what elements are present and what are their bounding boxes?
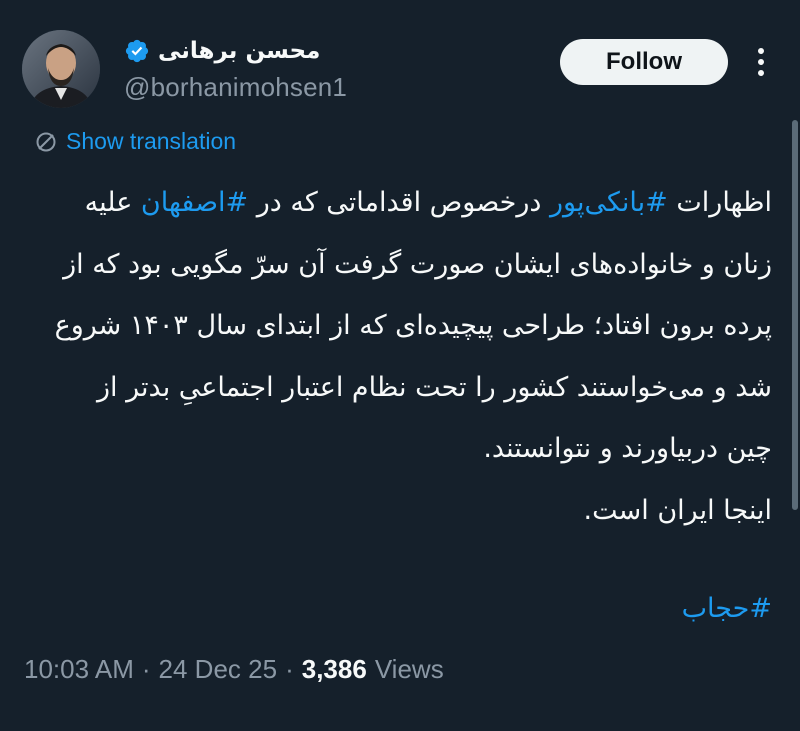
tweet-line: زنان و خانواده‌های ایشان صورت گرفت آن سر…	[63, 248, 772, 280]
tweet-text-segment: درخصوص اقداماتی که در	[248, 187, 550, 218]
author-info: محسن برهانی @borhanimohsen1	[124, 36, 347, 103]
tweet-line: پرده برون افتاد؛ طراحی پیچیده‌ای که از ا…	[54, 310, 772, 341]
verified-badge-icon	[125, 39, 149, 63]
tweet-meta: 10:03 AM · 24 Dec 25 · 3,386 Views	[24, 654, 444, 685]
tweet-line: شد و می‌خواستند کشور را تحت نظام اعتبار …	[97, 371, 772, 403]
avatar[interactable]	[22, 30, 100, 108]
profile-photo-icon	[22, 30, 100, 108]
tweet-text-segment: علیه	[84, 187, 141, 218]
scrollbar[interactable]	[792, 120, 798, 510]
tweet-line: اظهارات #بانکی‌پور درخصوص اقداماتی که در…	[34, 172, 772, 234]
views-count: 3,386	[301, 654, 367, 684]
views-label: Views	[374, 654, 444, 684]
name-row: محسن برهانی	[124, 36, 347, 66]
hashtag-link[interactable]: #بانکی‌پور	[550, 187, 668, 218]
follow-button[interactable]: Follow	[560, 39, 728, 85]
globe-icon	[36, 132, 56, 151]
hashtag-link[interactable]: #اصفهان	[141, 187, 248, 218]
tweet-line: چین دربیاورند و نتوانستند.	[483, 433, 772, 464]
hashtag-link[interactable]: #حجاب	[682, 593, 772, 624]
hashtag-row: #حجاب	[34, 584, 772, 634]
show-translation-label: Show translation	[66, 128, 237, 154]
tweet-text: اظهارات #بانکی‌پور درخصوص اقداماتی که در…	[34, 172, 772, 541]
tweet-time[interactable]: 10:03 AM	[24, 654, 134, 685]
tweet-card: محسن برهانی @borhanimohsen1 Follow Show …	[0, 0, 800, 731]
show-translation-link[interactable]: Show translation	[34, 128, 236, 155]
separator-dot: ·	[285, 654, 294, 684]
user-handle[interactable]: @borhanimohsen1	[124, 72, 347, 103]
tweet-line: اینجا ایران است.	[583, 494, 772, 526]
separator-dot: ·	[141, 654, 151, 684]
more-options-button[interactable]	[746, 40, 776, 84]
ellipsis-vertical-icon	[758, 48, 764, 76]
display-name[interactable]: محسن برهانی	[158, 38, 320, 64]
tweet-date[interactable]: 24 Dec 25	[159, 654, 278, 685]
tweet-text-segment: اظهارات	[667, 187, 772, 218]
